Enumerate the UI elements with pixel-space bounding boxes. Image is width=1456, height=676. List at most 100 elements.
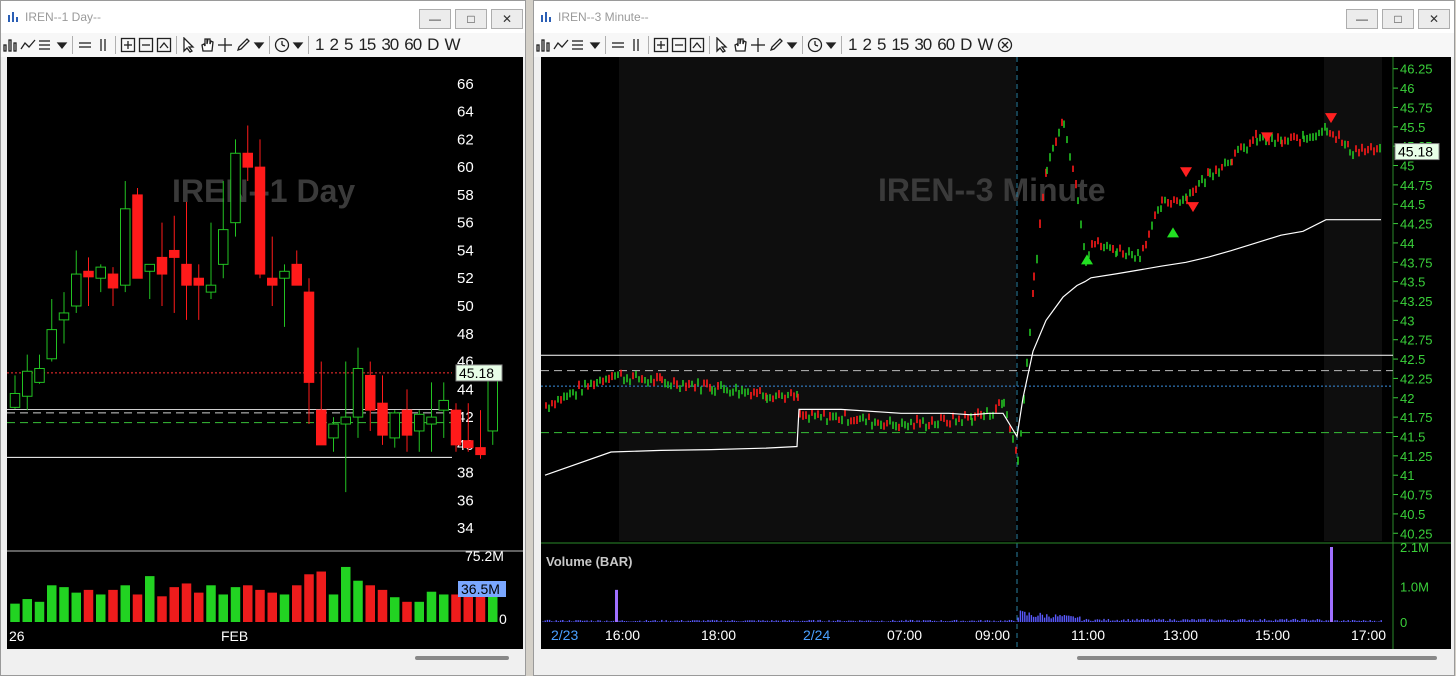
daily-price-chart[interactable]: 6664626058565452504846444240383634IREN--… bbox=[7, 57, 523, 649]
indicator-menu-icon[interactable] bbox=[570, 34, 588, 56]
x-axis-label: 26 bbox=[9, 628, 25, 644]
timeframe-button-1[interactable]: 1 bbox=[845, 34, 859, 56]
close-button[interactable]: ✕ bbox=[491, 9, 523, 29]
timeframe-button-2[interactable]: 2 bbox=[859, 34, 873, 56]
candle-body bbox=[83, 270, 94, 278]
hand-pan-icon[interactable] bbox=[198, 34, 216, 56]
candle-body bbox=[401, 409, 413, 436]
minute-price-chart[interactable]: 46.254645.7545.545.254544.7544.544.25444… bbox=[541, 57, 1451, 649]
candle-body bbox=[95, 266, 106, 279]
dropdown-arrow-icon[interactable] bbox=[588, 34, 602, 56]
y-axis-tick-label: 42.5 bbox=[1400, 352, 1425, 367]
chart-app-icon bbox=[541, 12, 551, 22]
toolbar-separator bbox=[115, 36, 116, 54]
candle-body bbox=[205, 284, 217, 293]
volume-bar bbox=[426, 591, 437, 622]
timeframe-button-60[interactable]: 60 bbox=[934, 34, 957, 56]
close-circle-icon[interactable] bbox=[996, 34, 1014, 56]
pencil-draw-icon[interactable] bbox=[767, 34, 785, 56]
daily-chart-window[interactable]: IREN--1 Day-- — □ ✕ 1 2 5 15 30 60 D W 66 64 62 60… bbox=[0, 0, 526, 676]
bar-chart-icon[interactable] bbox=[1, 34, 19, 56]
zoom-in-icon[interactable] bbox=[652, 34, 670, 56]
y-axis-tick-label: 36 bbox=[457, 492, 474, 509]
toolbar-separator bbox=[605, 36, 606, 54]
timeframe-button-5[interactable]: 5 bbox=[874, 34, 888, 56]
volume-bar bbox=[402, 601, 412, 622]
hand-pan-icon[interactable] bbox=[731, 34, 749, 56]
line-study-icon[interactable] bbox=[552, 34, 570, 56]
candle-body bbox=[242, 152, 253, 168]
y-axis-tick-label: 62 bbox=[457, 131, 474, 148]
fit-chart-icon[interactable] bbox=[155, 34, 173, 56]
crosshair-icon[interactable] bbox=[749, 34, 767, 56]
window-titlebar[interactable]: IREN--3 Minute-- — □ ✕ bbox=[534, 1, 1454, 33]
timeframe-button-30[interactable]: 30 bbox=[911, 34, 934, 56]
bar-chart-icon[interactable] bbox=[534, 34, 552, 56]
zoom-out-icon[interactable] bbox=[670, 34, 688, 56]
close-button[interactable]: ✕ bbox=[1418, 9, 1450, 29]
dropdown-arrow-icon[interactable] bbox=[291, 34, 305, 56]
x-axis-label: 17:00 bbox=[1351, 627, 1386, 643]
timeframe-button-W[interactable]: W bbox=[441, 34, 462, 56]
vertical-line-icon[interactable] bbox=[627, 34, 645, 56]
dropdown-arrow-icon[interactable] bbox=[785, 34, 799, 56]
timeframe-button-5[interactable]: 5 bbox=[341, 34, 355, 56]
scrollbar-thumb[interactable] bbox=[1077, 656, 1437, 660]
timeframe-button-W[interactable]: W bbox=[974, 34, 995, 56]
minimize-button[interactable]: — bbox=[1346, 9, 1378, 29]
volume-bar bbox=[451, 594, 461, 622]
y-axis-tick-label: 66 bbox=[457, 76, 474, 93]
dropdown-arrow-icon[interactable] bbox=[55, 34, 69, 56]
volume-pane-title: Volume (BAR) bbox=[546, 554, 632, 569]
candle-body bbox=[377, 402, 388, 436]
minimize-button[interactable]: — bbox=[419, 9, 451, 29]
window-title: IREN--3 Minute-- bbox=[558, 10, 649, 24]
line-study-icon[interactable] bbox=[19, 34, 37, 56]
candle-body bbox=[22, 370, 33, 397]
horizontal-scrollbar[interactable] bbox=[541, 651, 1451, 665]
y-axis-tick-label: 41.5 bbox=[1400, 429, 1425, 444]
indicator-menu-icon[interactable] bbox=[37, 34, 55, 56]
x-axis-label: 2/24 bbox=[803, 627, 830, 643]
window-titlebar[interactable]: IREN--1 Day-- — □ ✕ bbox=[1, 1, 525, 33]
scrollbar-thumb[interactable] bbox=[415, 656, 509, 660]
candle-body bbox=[340, 416, 351, 425]
timeframe-button-15[interactable]: 15 bbox=[888, 34, 911, 56]
timeframe-button-30[interactable]: 30 bbox=[378, 34, 401, 56]
timeframe-button-D[interactable]: D bbox=[957, 34, 974, 56]
crosshair-icon[interactable] bbox=[216, 34, 234, 56]
y-axis-tick-label: 44.5 bbox=[1400, 197, 1425, 212]
candle-body bbox=[463, 440, 474, 449]
fit-chart-icon[interactable] bbox=[688, 34, 706, 56]
zoom-in-icon[interactable] bbox=[119, 34, 137, 56]
toolbar-separator bbox=[308, 36, 309, 54]
timeframe-button-1[interactable]: 1 bbox=[312, 34, 326, 56]
volume-bar bbox=[59, 587, 69, 622]
pencil-draw-icon[interactable] bbox=[234, 34, 252, 56]
timeframe-button-2[interactable]: 2 bbox=[326, 34, 340, 56]
pointer-icon[interactable] bbox=[713, 34, 731, 56]
vertical-line-icon[interactable] bbox=[94, 34, 112, 56]
dropdown-arrow-icon[interactable] bbox=[824, 34, 838, 56]
zoom-out-icon[interactable] bbox=[137, 34, 155, 56]
timeframe-button-15[interactable]: 15 bbox=[355, 34, 378, 56]
volume-bar bbox=[206, 585, 216, 622]
maximize-button[interactable]: □ bbox=[1382, 9, 1414, 29]
candle-body bbox=[120, 208, 131, 286]
dropdown-arrow-icon[interactable] bbox=[252, 34, 266, 56]
clock-icon[interactable] bbox=[273, 34, 291, 56]
horizontal-line-icon[interactable] bbox=[609, 34, 627, 56]
volume-bar bbox=[120, 585, 130, 622]
pointer-icon[interactable] bbox=[180, 34, 198, 56]
horizontal-scrollbar[interactable] bbox=[7, 651, 523, 665]
y-axis-tick-label: 45 bbox=[1400, 159, 1414, 174]
minute-chart-window[interactable]: IREN--3 Minute-- — □ ✕ 1 2 5 15 30 60 D W 46.25… bbox=[533, 0, 1455, 676]
timeframe-button-D[interactable]: D bbox=[424, 34, 441, 56]
volume-bar bbox=[132, 594, 143, 622]
maximize-button[interactable]: □ bbox=[455, 9, 487, 29]
horizontal-line-icon[interactable] bbox=[76, 34, 94, 56]
candle-body bbox=[9, 392, 21, 408]
volume-bar bbox=[83, 589, 94, 622]
timeframe-button-60[interactable]: 60 bbox=[401, 34, 424, 56]
clock-icon[interactable] bbox=[806, 34, 824, 56]
